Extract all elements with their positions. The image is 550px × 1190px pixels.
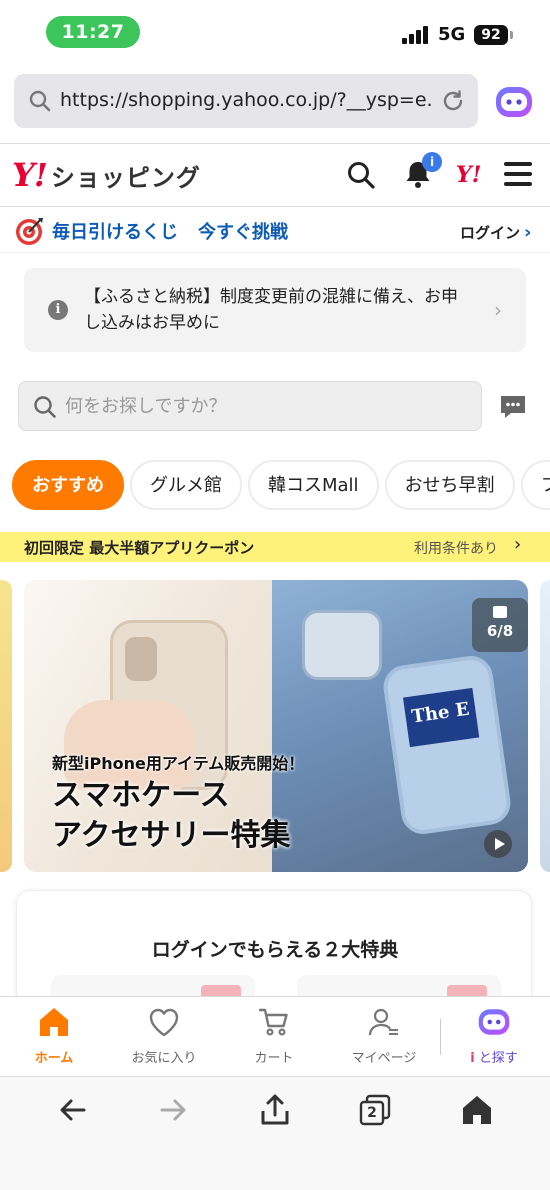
login-label: ログイン	[460, 224, 521, 242]
user-icon	[368, 1008, 398, 1036]
search-icon	[34, 396, 56, 418]
ai-assistant-icon[interactable]	[494, 82, 534, 122]
target-icon	[16, 218, 43, 245]
app-coupon-banner[interactable]: 初回限定 最大半額アプリクーポン 利用条件あり ›	[0, 532, 550, 562]
search-icon[interactable]	[346, 160, 376, 190]
chat-icon[interactable]	[498, 392, 528, 422]
battery-tip	[510, 31, 513, 39]
status-bar: 11:27 5G 92	[0, 0, 550, 62]
play-icon[interactable]	[484, 830, 512, 858]
banner-title-line2: アクセサリー特集	[52, 818, 291, 853]
yahoo-shopping-logo[interactable]: Y! ショッピング	[12, 156, 201, 194]
tab-favorites-label: お気に入り	[131, 1051, 197, 1066]
notice-text: 【ふるさと納税】制度変更前の混雑に備え、お申し込みはお早めに	[84, 287, 458, 333]
case-card-text: The E	[410, 698, 471, 728]
divider	[0, 206, 550, 207]
coupon-text: 初回限定 最大半額アプリクーポン	[24, 539, 255, 557]
blue-phone-case-image: The E	[380, 653, 514, 837]
back-arrow-icon[interactable]	[56, 1093, 90, 1127]
ai-prefix: i	[470, 1051, 475, 1066]
tab-korean-cosmetics[interactable]: 韓コスMall	[248, 460, 379, 510]
search-input[interactable]	[65, 390, 465, 422]
heart-icon	[149, 1008, 179, 1037]
ai-assistant-icon	[478, 1009, 510, 1035]
carousel-prev-slide[interactable]	[0, 580, 12, 872]
product-search-box[interactable]	[18, 381, 482, 431]
forward-arrow-icon[interactable]	[156, 1093, 190, 1127]
notice-card[interactable]: i 【ふるさと納税】制度変更前の混雑に備え、お申し込みはお早めに ›	[24, 268, 526, 352]
login-link[interactable]: ログイン ›	[460, 222, 531, 243]
tab-divider	[440, 1019, 441, 1055]
tab-cart[interactable]: カート	[224, 1005, 324, 1066]
signal-icon	[402, 26, 430, 44]
divider	[0, 143, 550, 144]
home-icon[interactable]	[460, 1093, 494, 1127]
reload-icon[interactable]	[440, 88, 466, 114]
coupon-conditions: 利用条件あり	[414, 541, 498, 557]
tab-fashion[interactable]: ファ	[520, 460, 550, 510]
chevron-right-icon: ›	[524, 222, 532, 243]
url-text[interactable]: https://shopping.yahoo.co.jp/?__ysp=e...	[60, 89, 432, 111]
daily-lottery-banner[interactable]: 毎日引けるくじ 今すぐ挑戦	[14, 214, 288, 248]
benefits-title: ログインでもらえる２大特典	[151, 939, 399, 961]
tab-count: 2	[367, 1105, 377, 1121]
promo-banner[interactable]: The E 新型iPhone用アイテム販売開始！ スマホケース アクセサリー特集…	[24, 580, 528, 872]
logo-mark: Y!	[12, 156, 48, 194]
home-icon	[40, 1008, 68, 1036]
tab-home[interactable]: ホーム	[4, 1005, 104, 1066]
tab-recommended[interactable]: おすすめ	[12, 460, 124, 510]
divider	[0, 252, 550, 253]
banner-title: スマホケース アクセサリー特集	[52, 776, 291, 856]
ai-search-text: と探す	[478, 1051, 518, 1066]
tab-ai-search-label: i と探す	[444, 1047, 544, 1066]
slide-counter: 6/8	[472, 598, 528, 652]
status-time[interactable]: 11:27	[46, 16, 140, 48]
banner-subtitle: 新型iPhone用アイテム販売開始！	[52, 754, 305, 773]
cart-icon	[258, 1008, 288, 1036]
network-label: 5G	[438, 24, 466, 45]
bag-icon	[493, 606, 507, 618]
tab-osechi[interactable]: おせち早割	[384, 460, 515, 510]
search-icon	[29, 90, 51, 112]
info-icon: i	[48, 300, 68, 320]
slide-counter-text: 6/8	[486, 622, 514, 640]
address-bar[interactable]: https://shopping.yahoo.co.jp/?__ysp=e...	[14, 74, 478, 128]
notification-badge: i	[422, 152, 442, 172]
tabs-icon[interactable]: 2	[358, 1093, 392, 1127]
tab-gourmet[interactable]: グルメ館	[130, 460, 242, 510]
category-tabs: おすすめグルメ館韓コスMallおせち早割ファ	[12, 460, 550, 510]
menu-icon[interactable]	[504, 162, 532, 186]
battery-icon: 92	[474, 25, 508, 45]
tab-favorites[interactable]: お気に入り	[114, 1005, 214, 1066]
tab-mypage-label: マイページ	[351, 1051, 417, 1066]
carousel-next-slide[interactable]	[540, 580, 550, 872]
chevron-right-icon: ›	[494, 298, 502, 322]
share-icon[interactable]	[258, 1093, 292, 1127]
lottery-label: 毎日引けるくじ	[52, 222, 178, 243]
tab-home-label: ホーム	[34, 1051, 74, 1066]
yahoo-logo[interactable]: Y!	[456, 162, 481, 188]
bottom-tab-bar: ホーム お気に入り カート マイページ i と探す	[0, 996, 550, 1076]
browser-toolbar: 2	[0, 1076, 550, 1190]
tab-ai-search[interactable]: i と探す	[444, 1005, 544, 1066]
earbuds-case-image	[302, 610, 382, 680]
banner-title-line1: スマホケース	[52, 778, 230, 813]
challenge-link[interactable]: 今すぐ挑戦	[198, 218, 288, 244]
logo-text: ショッピング	[50, 163, 201, 192]
tab-mypage[interactable]: マイページ	[334, 1005, 434, 1066]
chevron-right-icon: ›	[514, 534, 522, 555]
tab-cart-label: カート	[254, 1051, 294, 1066]
